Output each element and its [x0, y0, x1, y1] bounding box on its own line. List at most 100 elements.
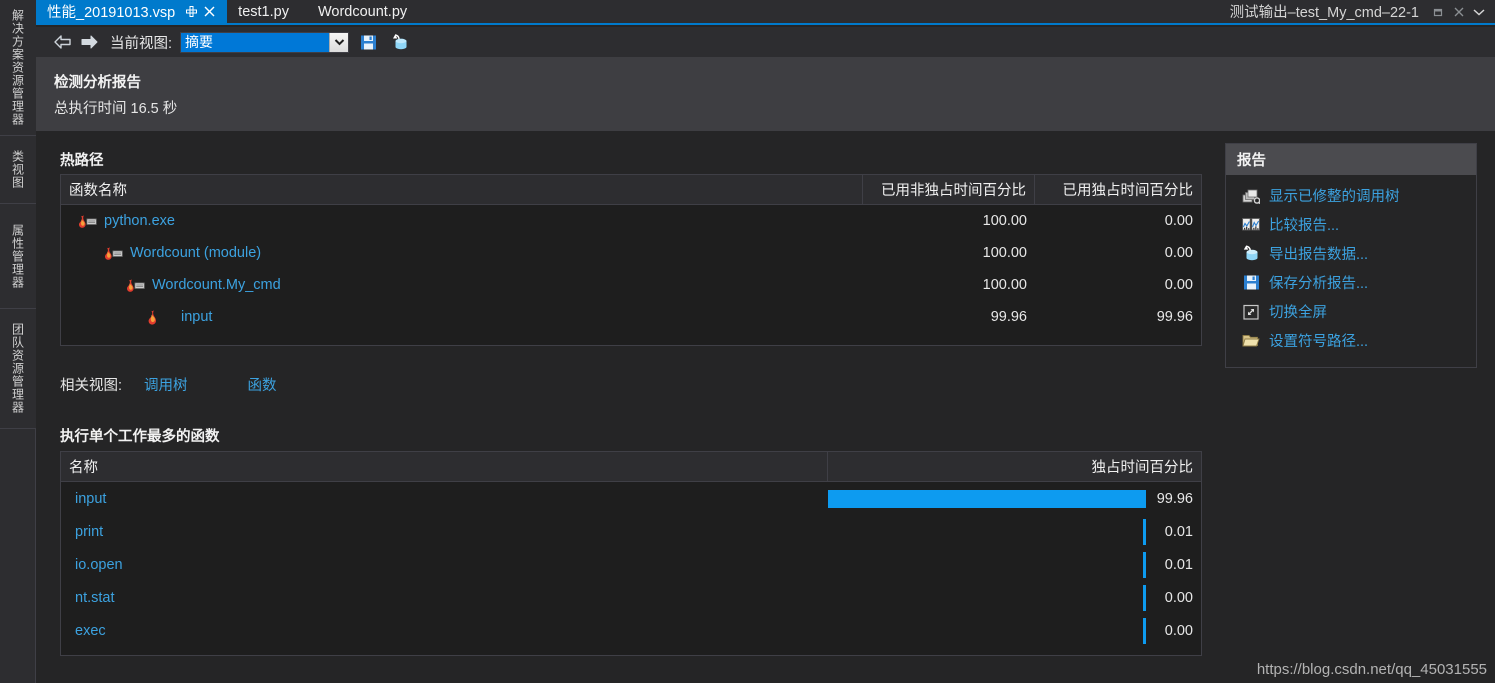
export-data-icon[interactable]: [387, 30, 413, 54]
tab-test1-py[interactable]: test1.py: [227, 0, 307, 23]
related-view-functions[interactable]: 函数: [248, 374, 277, 395]
column-header-name[interactable]: 名称: [61, 452, 828, 481]
column-header-exclusive-pct[interactable]: 独占时间百分比: [828, 452, 1201, 481]
dock-tab-class-view[interactable]: 类视图: [0, 136, 36, 204]
related-views: 相关视图: 调用树 函数: [60, 374, 337, 395]
report-pane-title: 报告: [1226, 144, 1476, 175]
report-action-export-report-data[interactable]: 导出报告数据...: [1226, 239, 1476, 268]
functions-cell-value: 99.96: [1156, 490, 1193, 507]
back-arrow-icon[interactable]: [50, 30, 76, 54]
dock-tab-solution-explorer-label: 解决方案资源管理器: [10, 9, 25, 126]
function-link[interactable]: nt.stat: [75, 590, 115, 606]
chevron-down-icon[interactable]: [1469, 2, 1489, 22]
functions-cell-value: 0.00: [1164, 622, 1193, 639]
functions-section-title: 执行单个工作最多的函数: [60, 429, 220, 445]
window-title: 测试输出–test_My_cmd–22-1: [1229, 5, 1419, 21]
report-action-label: 显示已修整的调用树: [1269, 189, 1400, 205]
table-row[interactable]: input 99.96: [61, 482, 1201, 515]
report-actions-pane: 报告 显示已修整的调用树 比较报告... 导出报告数据... 保存分析报告...…: [1225, 143, 1477, 368]
tab-test1-py-label: test1.py: [238, 3, 289, 20]
report-action-label: 保存分析报告...: [1269, 276, 1369, 292]
table-row[interactable]: io.open 0.01: [61, 548, 1201, 581]
column-header-function-name[interactable]: 函数名称: [61, 175, 863, 204]
column-header-inclusive-pct[interactable]: 已用非独占时间百分比: [863, 175, 1035, 204]
tab-wordcount-py[interactable]: Wordcount.py: [307, 0, 425, 23]
export-data-icon: [1240, 244, 1262, 264]
dock-tab-team-explorer-label: 团队资源管理器: [10, 323, 25, 414]
functions-cell-name: exec: [75, 623, 828, 639]
flame-icon: [145, 309, 159, 325]
function-link[interactable]: io.open: [75, 557, 123, 573]
functions-grid-header: 名称 独占时间百分比: [61, 452, 1201, 482]
related-view-call-tree[interactable]: 调用树: [144, 374, 188, 395]
table-row[interactable]: exec 0.00: [61, 614, 1201, 647]
table-row[interactable]: print 0.01: [61, 515, 1201, 548]
tab-performance-vsp-label: 性能_20191013.vsp: [47, 5, 176, 21]
table-row[interactable]: python.exe 100.00 0.00: [61, 205, 1201, 237]
document-tab-bar: 性能_20191013.vsp test1.py Wordcount.py 测试…: [36, 0, 1495, 25]
report-content: 热路径 函数名称 已用非独占时间百分比 已用独占时间百分比 python.exe…: [36, 131, 1495, 683]
hot-path-cell-inclusive: 100.00: [982, 245, 1027, 261]
folder-icon: [1240, 331, 1262, 351]
current-view-combobox[interactable]: 摘要: [180, 31, 350, 53]
report-action-label: 导出报告数据...: [1269, 247, 1369, 263]
report-action-label: 比较报告...: [1269, 218, 1340, 234]
compare-reports-icon: [1240, 215, 1262, 235]
hot-path-grid-header: 函数名称 已用非独占时间百分比 已用独占时间百分比: [61, 175, 1201, 205]
hot-path-grid: 函数名称 已用非独占时间百分比 已用独占时间百分比 python.exe 100…: [60, 174, 1202, 346]
close-icon[interactable]: [201, 3, 217, 21]
report-action-show-trimmed-call-tree[interactable]: 显示已修整的调用树: [1226, 181, 1476, 210]
function-link[interactable]: print: [75, 524, 103, 540]
hot-path-cell-name: Wordcount.My_cmd: [61, 277, 863, 293]
hot-path-link[interactable]: Wordcount (module): [130, 245, 261, 261]
function-link[interactable]: input: [75, 491, 106, 507]
dock-tab-solution-explorer[interactable]: 解决方案资源管理器: [0, 0, 36, 136]
analysis-report-header: 检测分析报告 总执行时间 16.5 秒: [36, 57, 1495, 131]
call-tree-icon: [1240, 186, 1262, 206]
current-view-label: 当前视图:: [110, 35, 173, 52]
table-row[interactable]: Wordcount (module) 100.00 0.00: [61, 237, 1201, 269]
report-action-label: 切换全屏: [1269, 305, 1327, 321]
hot-path-link[interactable]: python.exe: [104, 213, 175, 229]
hot-path-section-title: 热路径: [60, 153, 104, 169]
hot-path-cell-exclusive: 0.00: [1164, 213, 1193, 229]
report-action-save-analysis-report[interactable]: 保存分析报告...: [1226, 268, 1476, 297]
tab-performance-vsp[interactable]: 性能_20191013.vsp: [36, 0, 228, 23]
hot-path-cell-inclusive: 99.96: [990, 309, 1027, 325]
report-action-set-symbol-path[interactable]: 设置符号路径...: [1226, 326, 1476, 355]
functions-cell-name: print: [75, 524, 828, 540]
hot-path-cell-name: python.exe: [61, 213, 863, 229]
pin-icon[interactable]: [183, 3, 199, 21]
watermark-url: https://blog.csdn.net/qq_45031555: [1256, 661, 1487, 678]
fullscreen-icon: [1240, 302, 1262, 322]
dock-tab-team-explorer[interactable]: 团队资源管理器: [0, 309, 36, 429]
exclusive-pct-bar-cell: [828, 482, 1146, 515]
close-icon[interactable]: [1449, 2, 1469, 22]
forward-arrow-icon[interactable]: [76, 30, 102, 54]
flame-module-icon: [101, 246, 123, 261]
hot-path-cell-name: input: [61, 309, 863, 325]
hot-path-cell-exclusive: 0.00: [1164, 245, 1193, 261]
left-dock-strip: 解决方案资源管理器 类视图 属性管理器 团队资源管理器: [0, 0, 36, 683]
table-row[interactable]: Wordcount.My_cmd 100.00 0.00: [61, 269, 1201, 301]
hot-path-cell-inclusive: 100.00: [982, 213, 1027, 229]
window-title-group: 测试输出–test_My_cmd–22-1: [1230, 0, 1495, 23]
hot-path-link[interactable]: input: [181, 309, 212, 325]
current-view-value[interactable]: 摘要: [181, 32, 330, 52]
table-row[interactable]: nt.stat 0.00: [61, 581, 1201, 614]
table-row[interactable]: input 99.96 99.96: [61, 301, 1201, 333]
report-toolbar: 当前视图: 摘要: [36, 27, 1495, 57]
undock-icon[interactable]: [1429, 2, 1449, 22]
function-link[interactable]: exec: [75, 623, 106, 639]
exclusive-pct-bar: [828, 489, 1146, 508]
report-action-compare-reports[interactable]: 比较报告...: [1226, 210, 1476, 239]
hot-path-link[interactable]: Wordcount.My_cmd: [152, 277, 281, 293]
report-action-toggle-fullscreen[interactable]: 切换全屏: [1226, 297, 1476, 326]
functions-cell-name: nt.stat: [75, 590, 828, 606]
tab-wordcount-py-label: Wordcount.py: [317, 3, 408, 20]
column-header-exclusive-pct[interactable]: 已用独占时间百分比: [1035, 175, 1201, 204]
exclusive-pct-bar-cell: [828, 515, 1146, 548]
save-icon[interactable]: [355, 30, 381, 54]
chevron-down-icon[interactable]: [329, 32, 349, 52]
dock-tab-property-manager[interactable]: 属性管理器: [0, 204, 36, 309]
